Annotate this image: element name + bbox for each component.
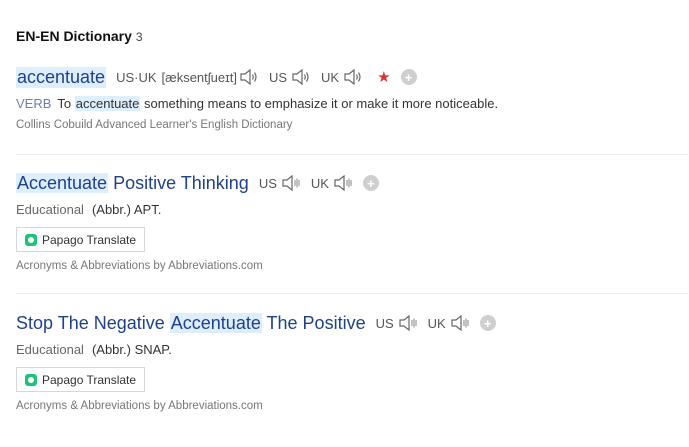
pronunciation-us: US xyxy=(259,174,301,192)
headword-highlight: Accentuate xyxy=(169,312,262,333)
headword[interactable]: Stop The Negative Accentuate The Positiv… xyxy=(16,312,366,334)
speaker-icon[interactable] xyxy=(398,314,418,332)
divider xyxy=(16,293,688,294)
entry-accentuate: accentuate US·UK [æksentʃueɪt] US UK ★ +… xyxy=(16,64,688,131)
entry-snap: Stop The Negative Accentuate The Positiv… xyxy=(16,310,688,412)
headword-post: The Positive xyxy=(266,312,366,333)
papago-label: Papago Translate xyxy=(42,232,137,247)
speaker-icon[interactable] xyxy=(281,174,301,192)
pronunciation-us: US xyxy=(376,314,418,332)
papago-logo-icon xyxy=(25,233,37,246)
papago-logo-icon xyxy=(25,373,37,386)
headword-rest: Positive Thinking xyxy=(113,172,249,193)
dictionary-source[interactable]: Acronyms & Abbreviations by Abbreviation… xyxy=(16,260,688,272)
plus-icon[interactable]: + xyxy=(479,315,496,331)
def-highlight: accentuate xyxy=(74,96,141,111)
speaker-icon[interactable] xyxy=(291,68,311,86)
headword[interactable]: Accentuate Positive Thinking xyxy=(16,172,249,194)
def-text-pre: To xyxy=(57,96,72,111)
plus-icon[interactable]: + xyxy=(400,69,417,85)
section-title-text: EN-EN Dictionary xyxy=(16,28,132,44)
speaker-icon[interactable] xyxy=(239,68,259,86)
plus-icon[interactable]: + xyxy=(362,175,379,191)
papago-translate-button[interactable]: Papago Translate xyxy=(16,227,146,252)
pronunciation-uk: UK xyxy=(311,174,353,192)
headword[interactable]: accentuate xyxy=(16,66,107,88)
result-count: 3 xyxy=(135,30,143,44)
pron-label-uk: UK xyxy=(310,175,329,191)
entry-apt: Accentuate Positive Thinking US UK + Edu… xyxy=(16,170,688,272)
papago-label: Papago Translate xyxy=(42,372,137,387)
pron-label-us: US xyxy=(258,175,277,191)
abbreviation: (Abbr.) SNAP. xyxy=(91,342,172,357)
pronunciation-us: US xyxy=(269,68,311,86)
part-of-speech: VERB xyxy=(16,96,52,111)
definition: To accentuate something means to emphasi… xyxy=(57,96,498,111)
divider xyxy=(16,154,688,155)
pronunciation-uk: UK xyxy=(428,314,470,332)
section-title: EN-EN Dictionary 3 xyxy=(16,28,143,44)
dictionary-source[interactable]: Collins Cobuild Advanced Learner's Engli… xyxy=(16,119,688,131)
pron-label-usuk: US·UK xyxy=(116,69,157,85)
headword-pre: Stop The Negative xyxy=(16,312,165,333)
star-icon[interactable]: ★ xyxy=(377,68,390,86)
pron-label-uk: UK xyxy=(427,315,446,331)
speaker-icon[interactable] xyxy=(333,174,353,192)
abbreviation: (Abbr.) APT. xyxy=(91,202,162,217)
speaker-icon[interactable] xyxy=(450,314,470,332)
speaker-icon[interactable] xyxy=(343,68,363,86)
pron-label-uk: UK xyxy=(321,69,340,85)
pronunciation-uk: UK xyxy=(321,68,363,86)
ipa-text: [æksentʃueɪt] xyxy=(161,69,237,85)
pron-label-us: US xyxy=(268,69,288,85)
pronunciation-usuk: US·UK [æksentʃueɪt] xyxy=(116,68,259,86)
pron-label-us: US xyxy=(375,315,394,331)
papago-translate-button[interactable]: Papago Translate xyxy=(16,367,146,392)
category: Educational xyxy=(16,342,84,357)
headword-highlight: Accentuate xyxy=(16,172,109,193)
dictionary-source[interactable]: Acronyms & Abbreviations by Abbreviation… xyxy=(16,400,688,412)
def-text-post: something means to emphasize it or make … xyxy=(144,96,499,111)
category: Educational xyxy=(16,202,84,217)
